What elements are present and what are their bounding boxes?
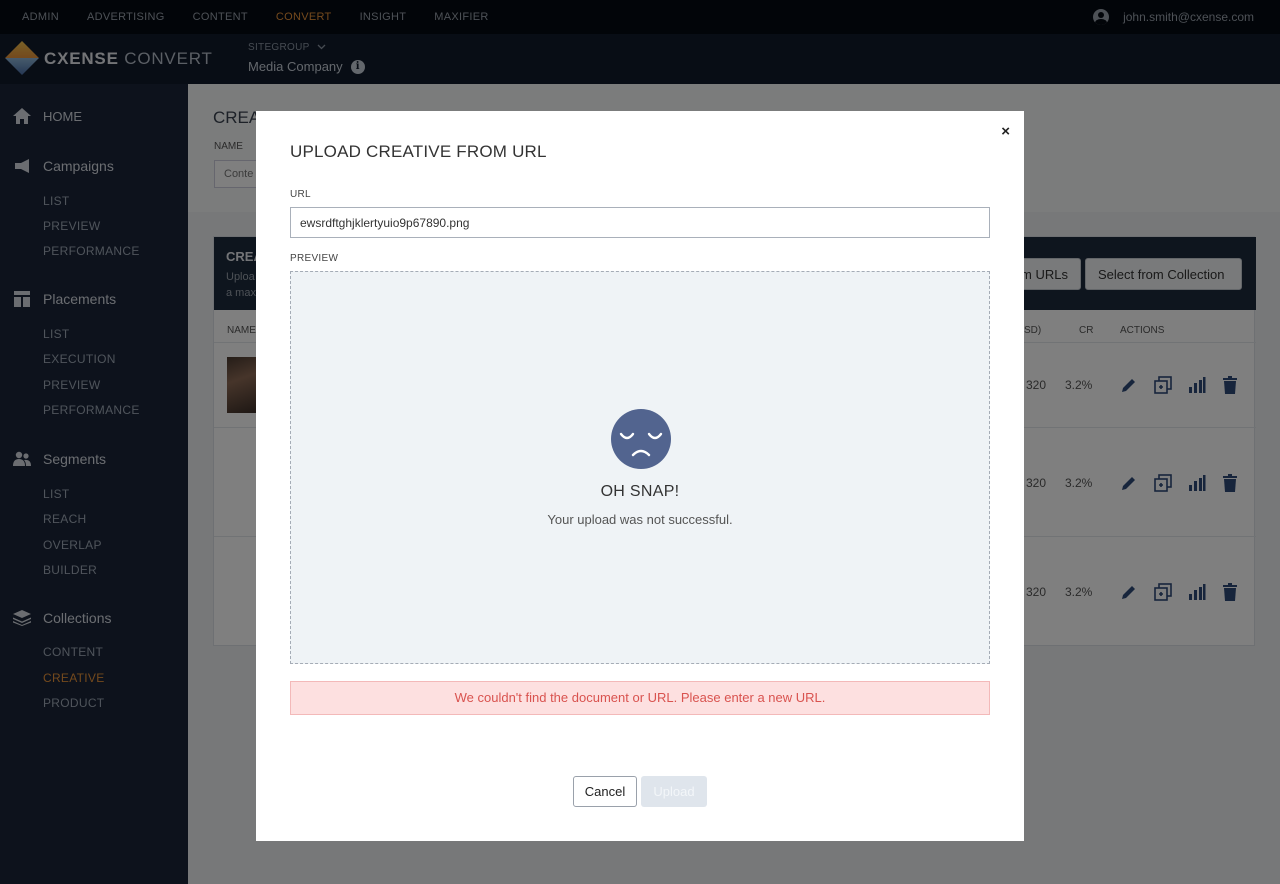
preview-label: PREVIEW	[290, 253, 339, 264]
upload-creative-modal: × UPLOAD CREATIVE FROM URL URL PREVIEW O…	[256, 111, 1024, 841]
close-icon[interactable]: ×	[1001, 123, 1010, 140]
url-label: URL	[290, 189, 311, 200]
modal-title: UPLOAD CREATIVE FROM URL	[290, 142, 547, 161]
url-input[interactable]	[290, 207, 990, 238]
error-alert: We couldn't find the document or URL. Pl…	[290, 681, 990, 715]
cancel-button[interactable]: Cancel	[573, 776, 637, 807]
error-title: OH SNAP!	[600, 483, 680, 500]
error-subtitle: Your upload was not successful.	[547, 512, 733, 527]
upload-button: Upload	[641, 776, 707, 807]
preview-area: OH SNAP! Your upload was not successful.	[290, 271, 990, 664]
sad-face-icon	[611, 409, 671, 469]
